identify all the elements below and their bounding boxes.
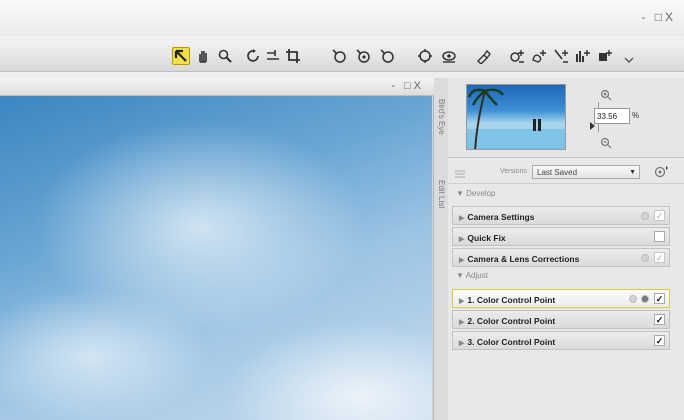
checkbox[interactable] [654, 231, 665, 242]
edit-list-panel: Versions Last Saved ▼ ▼ Develop ▶ Camera … [448, 160, 684, 420]
crop-icon[interactable] [284, 47, 302, 65]
red-eye-icon[interactable] [416, 47, 434, 65]
edit-step-camera-settings[interactable]: ▶ Camera Settings ✓ [452, 206, 670, 225]
edit-step-color-control-point-1[interactable]: ▶ 1. Color Control Point ✓ [452, 289, 670, 308]
triangle-down-icon: ▼ [456, 271, 464, 280]
birds-eye-tab[interactable]: Bird's Eye [434, 82, 448, 152]
zoom-tool-icon[interactable] [216, 47, 234, 65]
versions-dropdown[interactable]: Last Saved ▼ [532, 165, 640, 179]
edit-step-quick-fix[interactable]: ▶ Quick Fix [452, 227, 670, 246]
list-view-icon[interactable] [454, 166, 466, 184]
develop-section-header[interactable]: ▼ Develop [448, 184, 684, 202]
birds-eye-thumbnail[interactable] [466, 84, 566, 150]
title-bar: - □X [0, 0, 684, 36]
triangle-right-icon: ▶ [459, 319, 465, 326]
checkbox[interactable]: ✓ [654, 210, 665, 221]
add-line-icon[interactable] [552, 47, 570, 65]
add-selection-icon[interactable] [530, 47, 548, 65]
triangle-right-icon: ▶ [459, 215, 465, 222]
versions-value: Last Saved [537, 168, 578, 177]
rotate-icon[interactable] [244, 47, 262, 65]
image-document-window: - □X [0, 78, 434, 420]
edit-step-camera-lens-corrections[interactable]: ▶ Camera & Lens Corrections ✓ [452, 248, 670, 267]
adjust-section-header[interactable]: ▼ Adjust [448, 266, 684, 284]
birds-eye-panel: 33.56 % [448, 78, 684, 158]
edit-step-color-control-point-3[interactable]: ▶ 3. Color Control Point ✓ [452, 331, 670, 350]
zoom-in-icon[interactable] [600, 88, 612, 106]
checkbox[interactable]: ✓ [654, 293, 665, 304]
checkbox[interactable]: ✓ [654, 252, 665, 263]
document-title-bar: - □X [0, 78, 434, 96]
delete-icon[interactable] [641, 295, 649, 303]
versions-label: Versions [500, 168, 527, 175]
triangle-right-icon: ▶ [459, 236, 465, 243]
triangle-right-icon: ▶ [459, 298, 465, 305]
app-window: - □X - □X Bird's Eye Edit List 33.56 % V… [0, 0, 684, 420]
white-control-point-icon[interactable] [378, 47, 396, 65]
triangle-right-icon: ▶ [459, 257, 465, 264]
arrow-select-icon[interactable] [172, 47, 190, 65]
zoom-unit: % [632, 111, 640, 120]
triangle-down-icon: ▼ [456, 189, 464, 198]
reset-icon[interactable] [641, 254, 649, 262]
black-control-point-icon[interactable] [354, 47, 372, 65]
add-grid-icon[interactable] [596, 47, 614, 65]
hand-pan-icon[interactable] [194, 47, 212, 65]
add-control-point-icon[interactable] [508, 47, 526, 65]
zoom-field[interactable]: 33.56 [594, 108, 630, 124]
brush-icon[interactable] [474, 47, 492, 65]
main-toolbar [0, 40, 684, 72]
straighten-icon[interactable] [264, 47, 282, 65]
add-levels-icon[interactable] [574, 47, 592, 65]
edit-step-color-control-point-2[interactable]: ▶ 2. Color Control Point ✓ [452, 310, 670, 329]
chevron-down-icon: ▼ [629, 169, 636, 176]
zoom-out-icon[interactable] [600, 136, 612, 154]
photo-canvas[interactable] [0, 96, 432, 420]
checkbox[interactable]: ✓ [654, 335, 665, 346]
toolbar-overflow-icon[interactable] [620, 47, 638, 65]
edit-list-header: Versions Last Saved ▼ [448, 160, 684, 184]
edit-list-tab[interactable]: Edit List [434, 164, 448, 224]
reset-icon[interactable] [641, 212, 649, 220]
panel-tabs: Bird's Eye Edit List [434, 78, 448, 420]
color-control-point-icon[interactable] [330, 47, 348, 65]
triangle-right-icon: ▶ [459, 340, 465, 347]
settings-gear-icon[interactable] [652, 164, 670, 185]
checkbox[interactable]: ✓ [654, 314, 665, 325]
document-window-controls[interactable]: - □X [391, 80, 424, 92]
window-controls[interactable]: - □X [641, 10, 676, 24]
opacity-icon[interactable] [629, 295, 637, 303]
auto-retouch-icon[interactable] [440, 47, 458, 65]
